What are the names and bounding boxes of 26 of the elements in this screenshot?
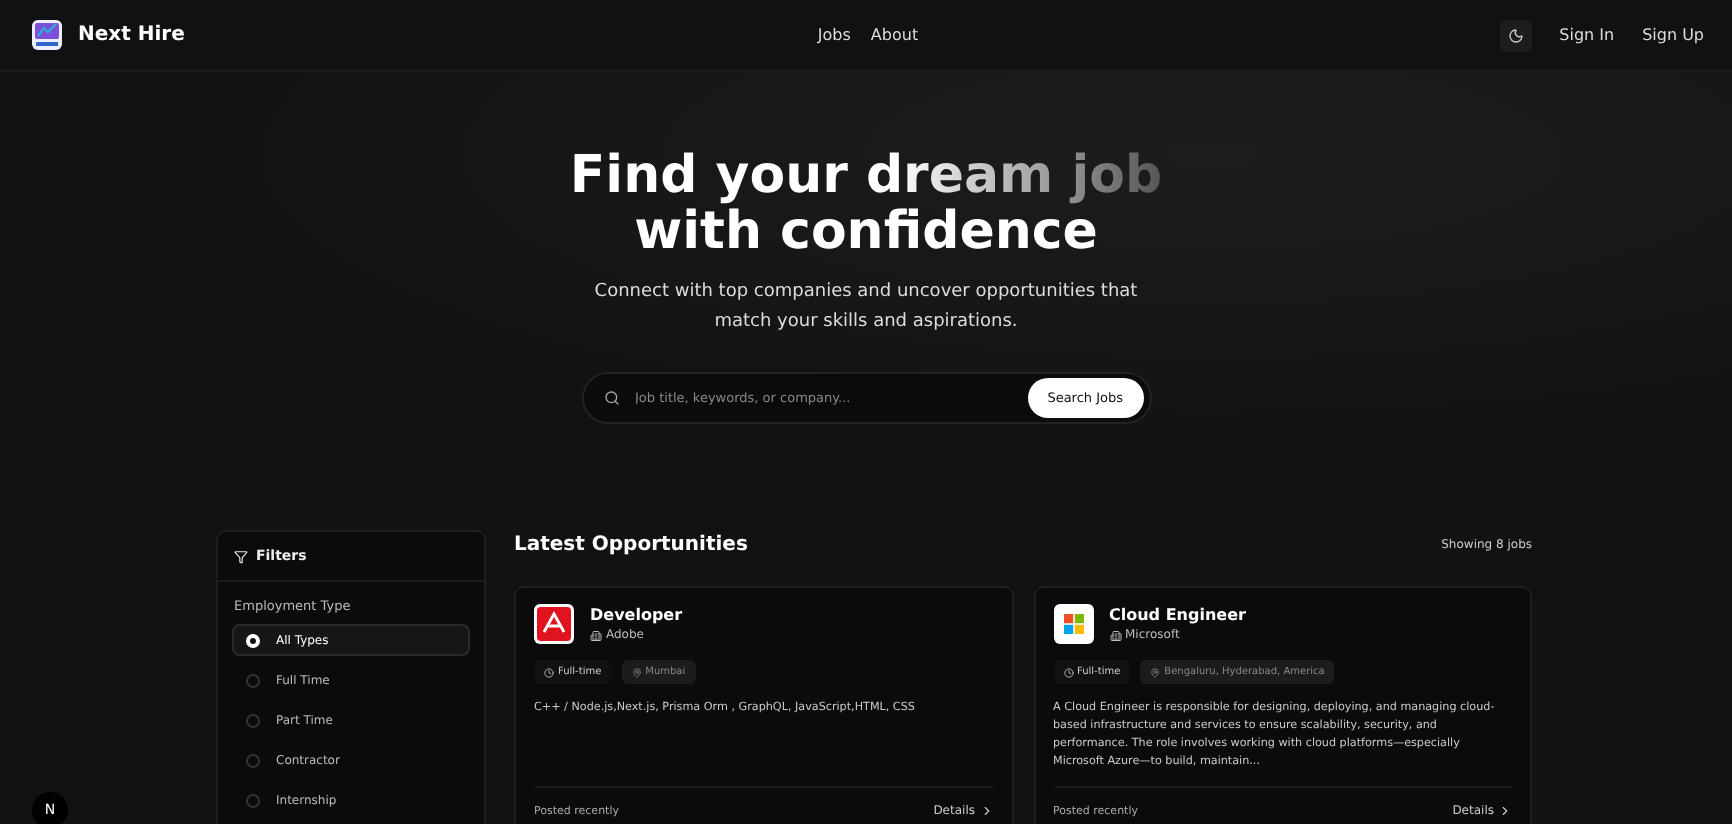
clock-icon bbox=[1063, 667, 1073, 677]
app-logo-icon bbox=[32, 20, 62, 50]
hero-title: Find your dream job bbox=[569, 148, 1163, 204]
sign-in-link[interactable]: Sign In bbox=[1559, 26, 1615, 44]
building-icon bbox=[590, 629, 602, 641]
hero-title: with confidence bbox=[632, 204, 1098, 260]
sign-up-link[interactable]: Sign Up bbox=[1642, 26, 1705, 44]
brand-name: Next Hire bbox=[78, 24, 185, 46]
job-title: Cloud Engineer bbox=[1109, 606, 1246, 624]
pdf-logo-icon bbox=[534, 604, 574, 644]
section-title: Latest Opportunities bbox=[514, 533, 748, 555]
windows-logo-icon bbox=[1053, 604, 1093, 644]
chevron-right-icon bbox=[979, 804, 993, 818]
chevron-right-icon bbox=[1498, 804, 1512, 818]
theme-toggle-button[interactable] bbox=[1499, 19, 1532, 51]
nav-link[interactable]: Jobs bbox=[817, 26, 851, 44]
job-title: Developer bbox=[590, 606, 683, 624]
clock-icon bbox=[544, 667, 554, 677]
filter-icon bbox=[234, 549, 248, 563]
moon-icon bbox=[1507, 27, 1524, 43]
map-pin-icon bbox=[1150, 667, 1161, 677]
map-pin-icon bbox=[631, 667, 642, 677]
hero-subtitle: Connect with top companies and uncover opportunities that match your skills and aspirations. bbox=[592, 280, 1140, 336]
building-icon bbox=[1109, 629, 1121, 641]
nav-link[interactable]: About bbox=[870, 26, 919, 44]
search-icon bbox=[603, 390, 619, 406]
